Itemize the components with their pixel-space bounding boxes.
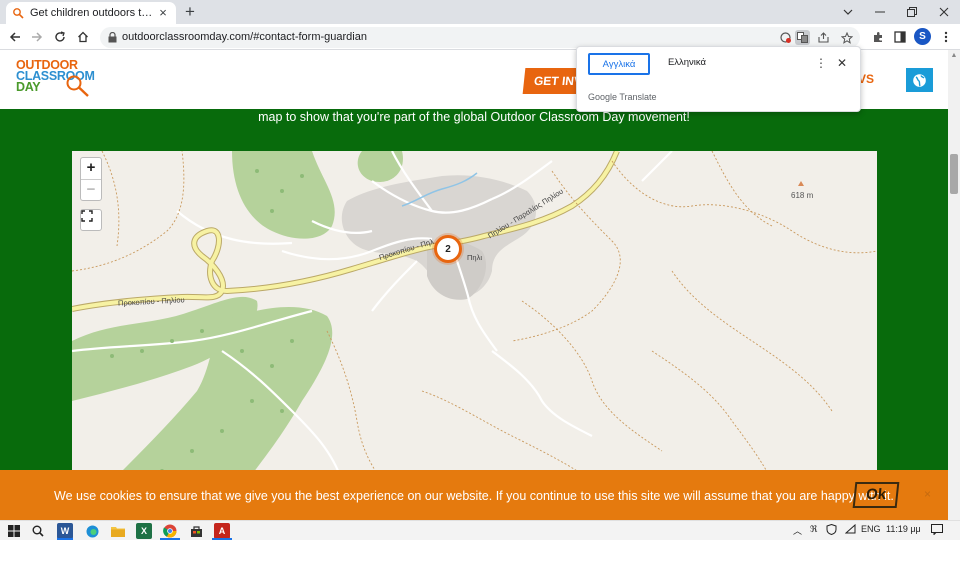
cookie-ok-button[interactable]: Ok bbox=[852, 482, 900, 508]
peak-elevation-label: 618 m bbox=[791, 191, 814, 200]
scroll-up-icon[interactable]: ▲ bbox=[948, 50, 960, 62]
chrome-app-icon[interactable] bbox=[162, 523, 178, 539]
blocked-content-icon[interactable] bbox=[778, 30, 793, 45]
logo-magnifier-icon bbox=[66, 75, 89, 97]
translate-icon[interactable] bbox=[795, 30, 810, 45]
store-app-icon[interactable] bbox=[188, 523, 204, 539]
map-intro-text: map to show that you're part of the glob… bbox=[258, 110, 690, 124]
word-app-icon[interactable]: W bbox=[57, 523, 73, 539]
cookie-close-icon[interactable]: × bbox=[924, 487, 931, 501]
address-bar[interactable]: outdoorclassroomday.com/#contact-form-gu… bbox=[100, 27, 860, 48]
browser-tab[interactable]: Get children outdoors to play an × bbox=[6, 2, 176, 24]
bookmark-star-icon[interactable] bbox=[839, 30, 854, 45]
language-globe-button[interactable] bbox=[906, 68, 933, 92]
notification-icon[interactable] bbox=[931, 524, 943, 537]
reload-button[interactable] bbox=[51, 28, 69, 46]
back-button[interactable] bbox=[6, 28, 24, 46]
web-page: OUTDOOR CLASSROOM DAY GET INVO VS map to… bbox=[0, 50, 960, 520]
tray-security-icon[interactable] bbox=[826, 523, 837, 537]
acrobat-app-icon[interactable]: A bbox=[214, 523, 230, 539]
zoom-out-button[interactable]: − bbox=[81, 179, 101, 200]
translate-source-language-tab[interactable]: Αγγλικά bbox=[588, 53, 650, 75]
map-tiles bbox=[72, 151, 877, 481]
taskbar-search-icon[interactable] bbox=[30, 523, 46, 539]
edge-app-icon[interactable] bbox=[84, 523, 100, 539]
cookie-banner: We use cookies to ensure that we give yo… bbox=[0, 470, 948, 520]
translate-options-icon[interactable]: ⋮ bbox=[815, 56, 827, 70]
new-tab-button[interactable]: + bbox=[180, 3, 200, 21]
home-button[interactable] bbox=[74, 28, 92, 46]
fullscreen-icon bbox=[81, 210, 93, 222]
translate-popup: Αγγλικά Ελληνικά ⋮ ✕ Google Translate bbox=[576, 46, 861, 112]
map-section: map to show that you're part of the glob… bbox=[0, 109, 948, 520]
desktop-edge bbox=[0, 540, 960, 570]
zoom-in-button[interactable]: + bbox=[81, 158, 101, 179]
peak-marker-icon bbox=[798, 181, 804, 186]
site-logo[interactable]: OUTDOOR CLASSROOM DAY bbox=[16, 59, 95, 97]
tab-search-icon[interactable] bbox=[832, 0, 864, 24]
tray-language[interactable]: ENG bbox=[861, 524, 881, 534]
minimize-button[interactable] bbox=[864, 0, 896, 24]
scroll-thumb[interactable] bbox=[950, 154, 958, 194]
close-window-button[interactable] bbox=[928, 0, 960, 24]
url-text: outdoorclassroomday.com/#contact-form-gu… bbox=[122, 31, 367, 43]
site-favicon-icon bbox=[13, 8, 24, 19]
lock-icon bbox=[108, 32, 117, 43]
restore-button[interactable] bbox=[896, 0, 928, 24]
profile-avatar[interactable]: S bbox=[914, 28, 931, 45]
tray-chevron-icon[interactable]: ︿ bbox=[793, 524, 802, 537]
cookie-message: We use cookies to ensure that we give yo… bbox=[54, 489, 894, 503]
windows-start-icon[interactable] bbox=[6, 523, 22, 539]
translate-target-language-tab[interactable]: Ελληνικά bbox=[661, 53, 713, 75]
village-label: Πηλι bbox=[467, 253, 483, 262]
tray-clock[interactable]: 11:19 μμ bbox=[886, 524, 921, 534]
translate-close-icon[interactable]: ✕ bbox=[836, 56, 848, 70]
leaflet-map[interactable]: + − 618 m Πηλι Προκοπίου - Πηλίου Προκοπ… bbox=[72, 151, 877, 481]
extensions-icon[interactable] bbox=[870, 29, 886, 45]
tab-close-icon[interactable]: × bbox=[156, 6, 170, 20]
screen: Get children outdoors to play an × + bbox=[0, 0, 960, 570]
tab-bar: Get children outdoors to play an × + bbox=[0, 0, 960, 24]
marker-cluster[interactable]: 2 bbox=[434, 235, 462, 263]
globe-icon bbox=[913, 73, 926, 87]
browser-menu-icon[interactable] bbox=[938, 29, 954, 45]
tab-title: Get children outdoors to play an bbox=[30, 7, 156, 19]
tray-input-icon[interactable]: ℜ bbox=[810, 524, 817, 535]
excel-app-icon[interactable]: X bbox=[136, 523, 152, 539]
zoom-control: + − bbox=[80, 157, 102, 201]
google-translate-brand: Google Translate bbox=[588, 92, 657, 102]
file-explorer-icon[interactable] bbox=[110, 523, 126, 539]
tray-wifi-icon[interactable] bbox=[844, 523, 856, 536]
fullscreen-button[interactable] bbox=[80, 209, 102, 231]
side-panel-icon[interactable] bbox=[892, 29, 908, 45]
forward-button[interactable] bbox=[28, 28, 46, 46]
share-icon[interactable] bbox=[816, 30, 831, 45]
windows-taskbar: W X A ︿ ℜ ENG 11:19 μμ bbox=[0, 520, 960, 540]
page-scrollbar[interactable]: ▲ bbox=[948, 50, 960, 520]
